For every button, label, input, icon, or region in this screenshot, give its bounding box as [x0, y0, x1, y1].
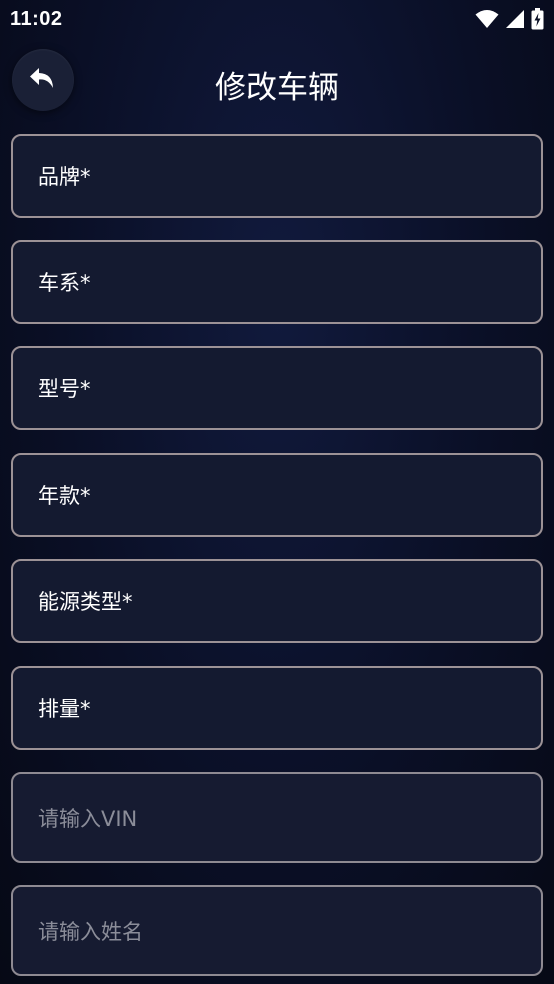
displacement-label: 排量* [38, 697, 91, 721]
energy-type-select[interactable]: 能源类型* [11, 559, 543, 643]
battery-charging-icon [531, 8, 544, 34]
status-bar: 11:02 [0, 0, 554, 38]
status-icons [475, 8, 544, 34]
vin-input[interactable]: 请输入VIN [11, 772, 543, 863]
series-select[interactable]: 车系* [11, 240, 543, 324]
wifi-icon [475, 9, 499, 33]
top-bar: 修改车辆 [0, 44, 554, 120]
name-input[interactable]: 请输入姓名 [11, 885, 543, 976]
brand-select[interactable]: 品牌* [11, 134, 543, 218]
year-select[interactable]: 年款* [11, 453, 543, 537]
page-title: 修改车辆 [215, 70, 339, 106]
model-label: 型号* [38, 377, 91, 401]
edit-vehicle-screen: 11:02 修改车辆 品牌* 车系* 型号* 年款* 能源类型* 排量* 请输入… [0, 0, 554, 984]
name-placeholder: 请输入姓名 [38, 919, 143, 944]
vin-placeholder: 请输入VIN [38, 806, 138, 831]
series-label: 车系* [38, 271, 91, 295]
model-select[interactable]: 型号* [11, 346, 543, 430]
year-label: 年款* [38, 484, 91, 508]
displacement-select[interactable]: 排量* [11, 666, 543, 750]
brand-label: 品牌* [38, 165, 91, 189]
status-time: 11:02 [10, 8, 63, 30]
signal-icon [505, 9, 525, 33]
energy-type-label: 能源类型* [38, 590, 133, 614]
